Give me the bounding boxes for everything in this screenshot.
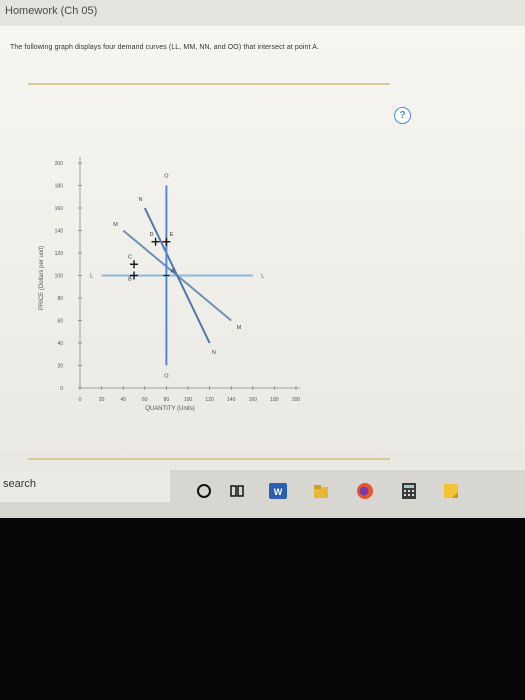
- x-tick-label: 100: [184, 397, 193, 403]
- sticky-notes-icon[interactable]: [442, 482, 460, 500]
- point-label-d: D: [150, 232, 154, 238]
- x-tick-label: 120: [205, 397, 214, 403]
- bottom-divider: [28, 458, 390, 460]
- y-tick-label: 200: [55, 161, 64, 167]
- y-tick-label: 160: [55, 206, 64, 212]
- x-tick-label: 20: [99, 397, 105, 403]
- search-box[interactable]: search: [0, 470, 170, 502]
- firefox-icon[interactable]: [356, 482, 374, 500]
- curve-label-m: M: [113, 222, 118, 228]
- y-tick-label: 0: [60, 386, 63, 392]
- x-tick-label: 140: [227, 397, 236, 403]
- y-tick-label: 100: [55, 274, 64, 280]
- y-tick-label: 20: [57, 364, 63, 370]
- curve-label-m: M: [237, 325, 242, 331]
- x-tick-label: 180: [270, 397, 279, 403]
- x-tick-label: 0: [79, 397, 82, 403]
- word-icon[interactable]: W: [268, 482, 288, 500]
- y-tick-label: 60: [57, 319, 63, 325]
- curve-label-o: O: [164, 374, 169, 380]
- y-tick-label: 80: [57, 296, 63, 302]
- curve-label-n: N: [212, 350, 216, 356]
- cortana-icon[interactable]: [195, 482, 213, 500]
- y-tick-label: 120: [55, 251, 64, 257]
- y-tick-label: 40: [57, 341, 63, 347]
- point-label-e: E: [170, 232, 174, 238]
- task-view-icon[interactable]: [228, 482, 246, 500]
- curve-label-l: L: [90, 274, 93, 280]
- x-tick-label: 160: [249, 397, 258, 403]
- y-axis-title: PRICE (Dollars per unit): [39, 246, 45, 310]
- point-label-c: C: [128, 254, 132, 260]
- calculator-icon[interactable]: [400, 482, 418, 500]
- x-tick-label: 200: [292, 397, 301, 403]
- search-label: search: [3, 478, 37, 490]
- y-tick-label: 180: [55, 184, 64, 190]
- curve-label-o: O: [164, 174, 169, 180]
- x-tick-label: 80: [164, 397, 170, 403]
- curve-label-l: L: [261, 274, 264, 280]
- curve-label-n: N: [138, 197, 142, 203]
- x-tick-label: 40: [120, 397, 126, 403]
- windows-taskbar: search W: [0, 470, 525, 518]
- point-label-b: B: [128, 277, 132, 283]
- x-tick-label: 60: [142, 397, 148, 403]
- file-explorer-icon[interactable]: [312, 482, 330, 500]
- monitor-bezel: [0, 518, 525, 700]
- x-axis-title: QUANTITY (Units): [145, 406, 195, 412]
- demand-graph: 0 20 40 60 80 100 120 140 160 180 200 0 20 40 60 80 100 1…: [39, 157, 301, 412]
- browser-page: Homework (Ch 05) The following graph dis…: [0, 0, 525, 470]
- y-tick-label: 140: [55, 229, 64, 235]
- point-label-a: A: [171, 269, 175, 275]
- svg-text:W: W: [274, 487, 283, 497]
